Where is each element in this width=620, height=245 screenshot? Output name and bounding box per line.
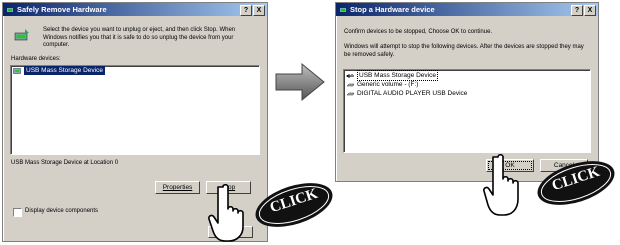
hardware-icon	[340, 7, 346, 12]
device-label: Generic volume - (F:)	[357, 81, 419, 88]
hardware-devices-label: Hardware devices:	[11, 56, 61, 62]
help-button[interactable]: ?	[240, 5, 252, 16]
devices-to-stop-list[interactable]: USB Mass Storage Device Generic volume -…	[343, 69, 591, 153]
eject-device-icon	[14, 29, 29, 41]
list-item: Generic volume - (F:)	[344, 80, 590, 89]
list-item: DIGITAL AUDIO PLAYER USB Device	[344, 89, 590, 98]
dialog2-title: Stop a Hardware device	[350, 5, 435, 14]
confirm-text: Confirm devices to be stopped, Choose OK…	[344, 29, 493, 35]
dialog1-description: Select the device you want to unplug or …	[43, 27, 236, 48]
usb-plug-icon	[346, 73, 354, 78]
list-item[interactable]: USB Mass Storage Device	[11, 66, 259, 75]
properties-button-label: Properties	[162, 184, 193, 191]
dialog1-titlebar: Safely Remove Hardware ? X	[3, 3, 267, 16]
hand-pointer-icon	[483, 153, 519, 216]
help-button[interactable]: ?	[571, 5, 583, 16]
device-location-text: USB Mass Storage Device at Location 0	[11, 160, 119, 166]
dialog1-title: Safely Remove Hardware	[17, 5, 107, 14]
drive-icon	[346, 92, 355, 95]
checkbox-label-text: Display device components	[25, 208, 99, 214]
properties-button[interactable]: Properties	[155, 181, 200, 194]
device-label: DIGITAL AUDIO PLAYER USB Device	[357, 90, 468, 97]
display-components-checkbox[interactable]	[13, 208, 22, 217]
device-label-selected: USB Mass Storage Device	[24, 66, 105, 75]
hardware-icon	[7, 7, 13, 12]
display-components-label: Display device components	[25, 208, 98, 216]
usb-device-icon	[13, 67, 21, 74]
stop-hardware-device-dialog: Stop a Hardware device ? X Confirm devic…	[335, 2, 599, 182]
warning-text: Windows will attempt to stop the followi…	[344, 44, 584, 58]
close-button[interactable]: X	[253, 5, 265, 16]
right-arrow-icon	[275, 62, 325, 102]
close-button[interactable]: X	[584, 5, 596, 16]
hand-pointer-icon	[208, 183, 244, 242]
drive-icon	[346, 83, 355, 86]
dialog2-titlebar: Stop a Hardware device ? X	[336, 3, 598, 16]
hardware-devices-list[interactable]: USB Mass Storage Device	[10, 65, 260, 155]
list-item: USB Mass Storage Device	[344, 70, 590, 81]
